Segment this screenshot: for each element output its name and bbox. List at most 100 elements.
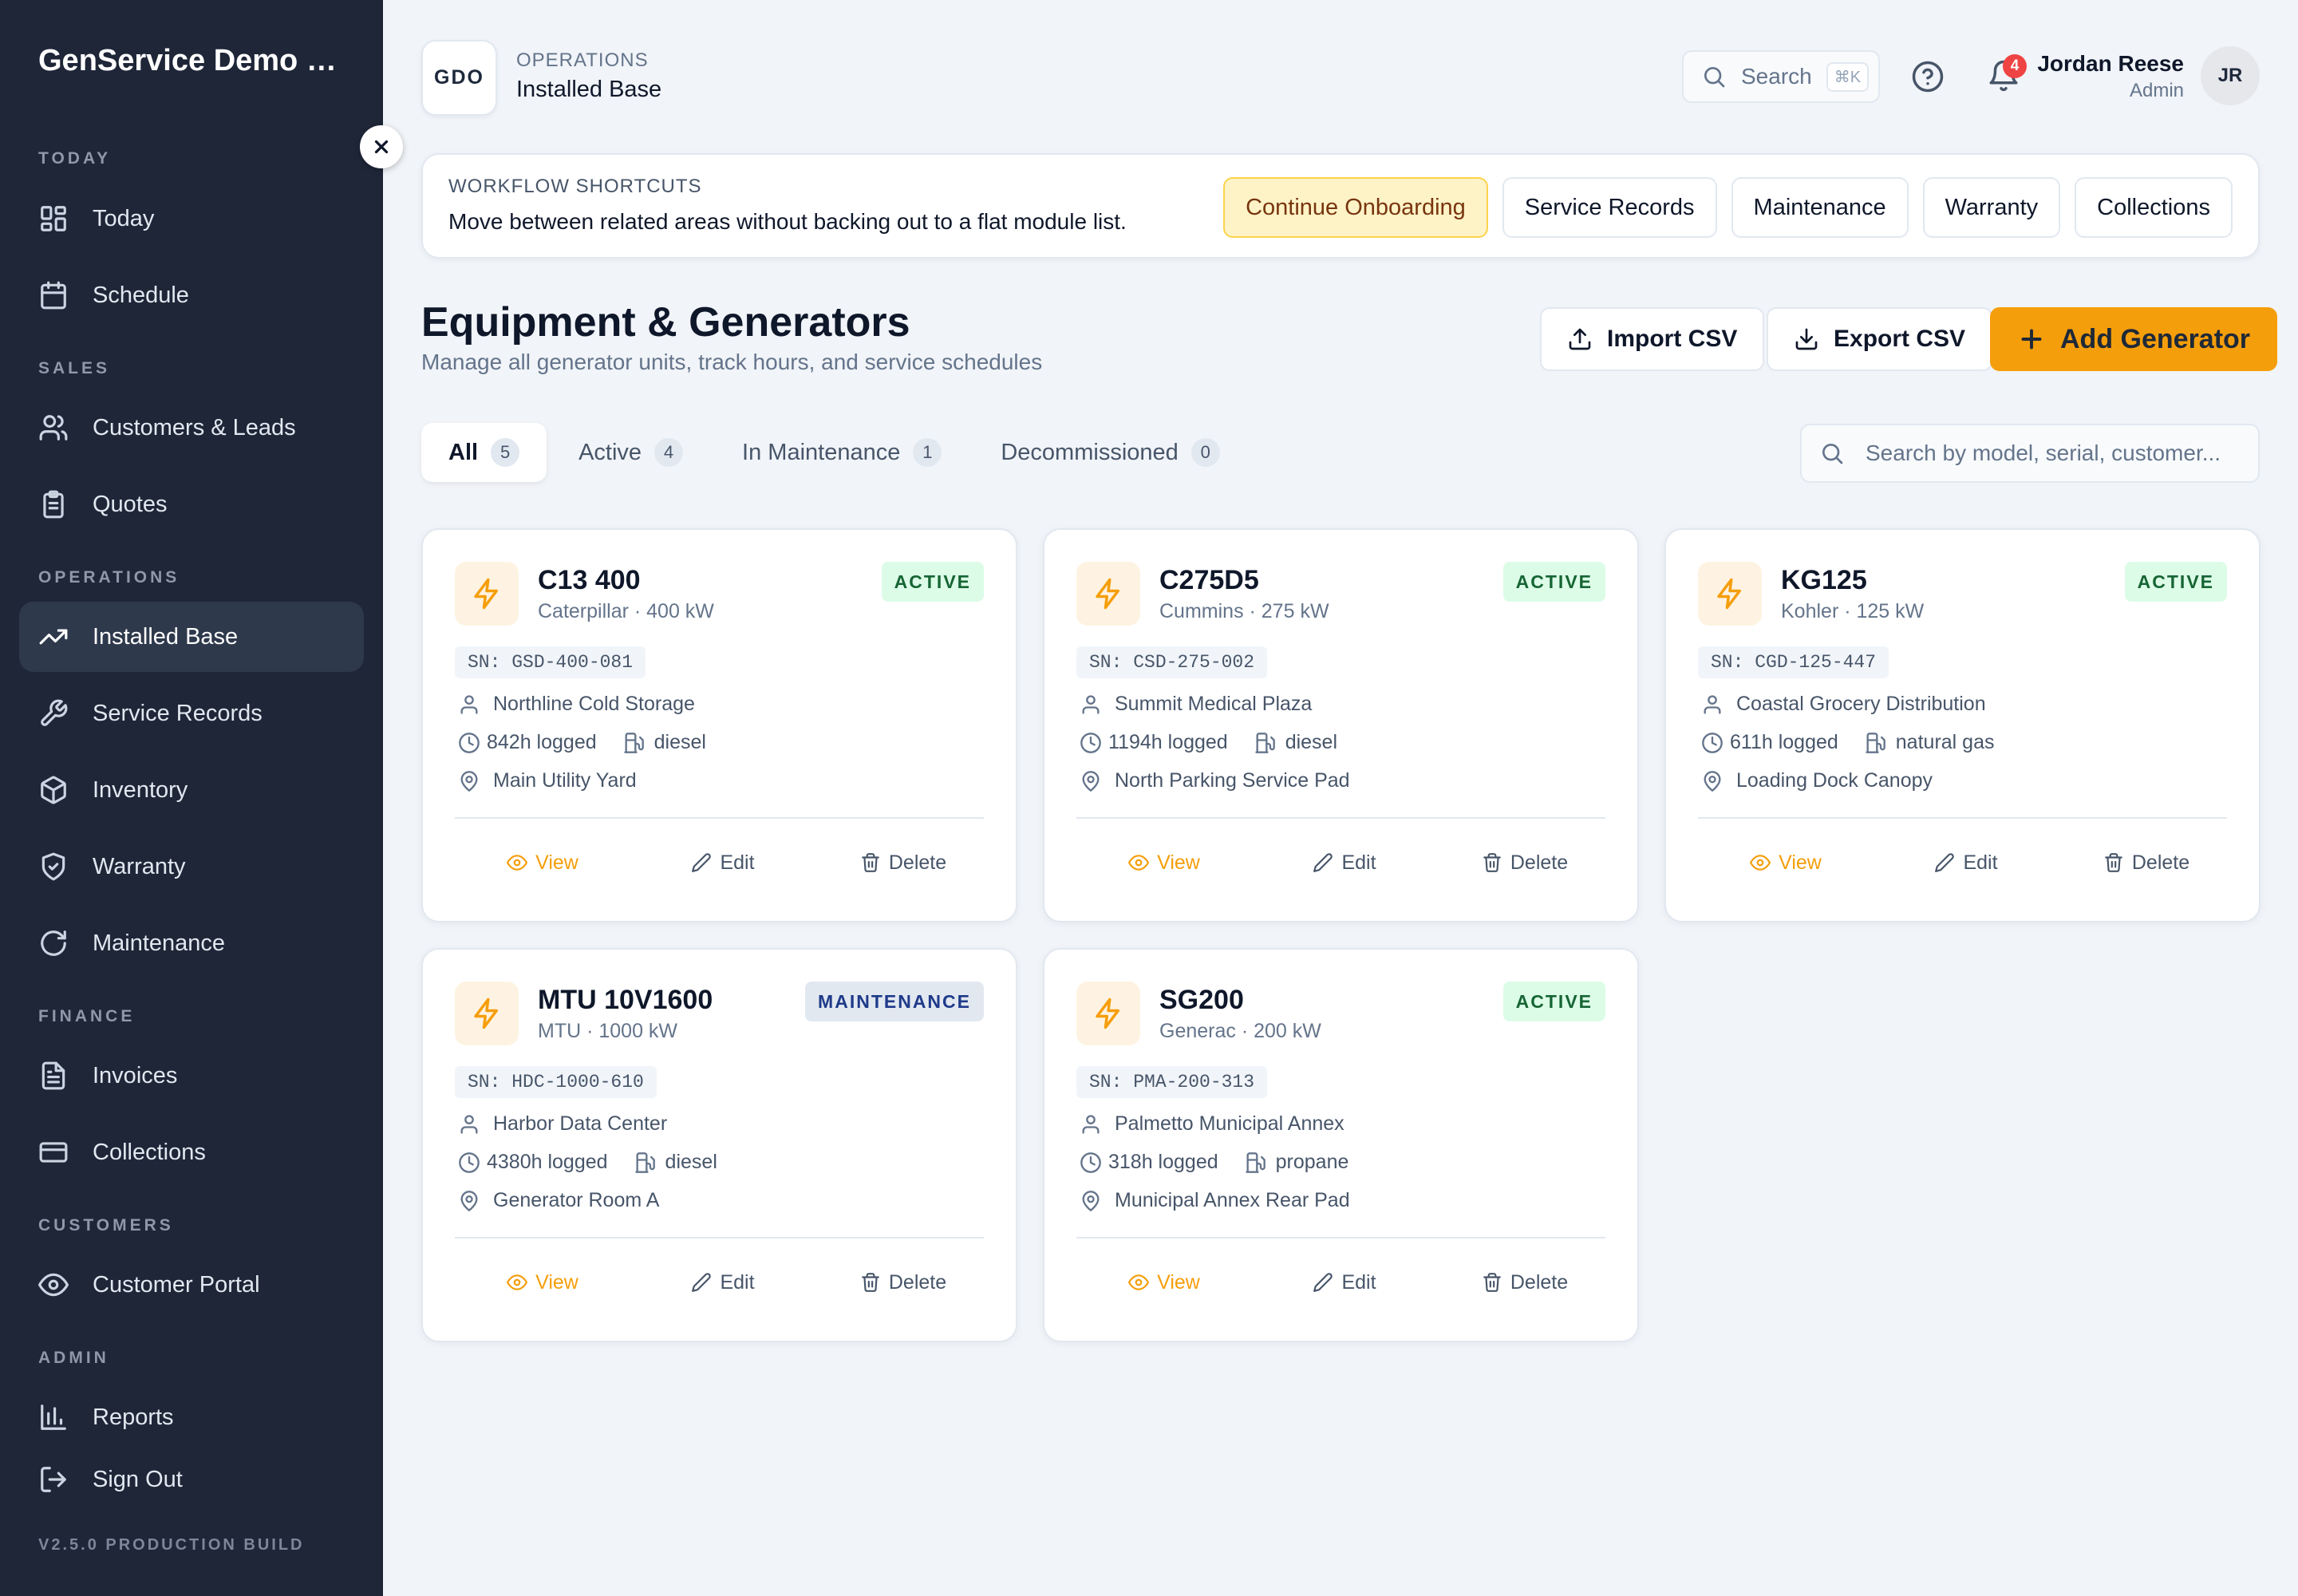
sidebar-item-today[interactable]: Today <box>19 184 364 254</box>
edit-button[interactable]: Edit <box>643 1256 803 1309</box>
clock-icon <box>459 1152 480 1173</box>
delete-button[interactable]: Delete <box>823 1256 983 1309</box>
eye-icon <box>1750 855 1771 871</box>
hours-logged: 1194h logged <box>1108 731 1228 753</box>
trash-icon <box>862 853 879 872</box>
edit-button[interactable]: Edit <box>1265 1256 1424 1309</box>
fuel-icon <box>1255 732 1275 753</box>
add-generator-button[interactable]: Add Generator <box>1990 307 2278 371</box>
customer-row: Summit Medical Plaza <box>1080 693 1312 716</box>
equipment-search <box>1800 424 2260 483</box>
serial-number: SN: CGD-125-447 <box>1698 646 1889 678</box>
status-badge: ACTIVE <box>2124 562 2227 602</box>
breadcrumb-section: OPERATIONS <box>516 49 649 71</box>
card-divider <box>455 817 984 819</box>
shortcut-service-records-button[interactable]: Service Records <box>1502 177 1717 238</box>
delete-button[interactable]: Delete <box>1445 1256 1605 1309</box>
view-button[interactable]: View <box>1084 1256 1244 1309</box>
help-icon[interactable] <box>1911 60 1945 93</box>
tab-label: All <box>448 439 479 465</box>
tab-decommissioned[interactable]: Decommissioned 0 <box>973 423 1246 482</box>
view-label: View <box>1157 1270 1200 1294</box>
sidebar-item-label: Installed Base <box>93 623 239 650</box>
shortcut-maintenance-button[interactable]: Maintenance <box>1731 177 1909 238</box>
generator-model: MTU 10V1600 <box>538 985 713 1015</box>
clipboard-icon <box>43 490 64 519</box>
sidebar-item-sign-out[interactable]: Sign Out <box>19 1444 364 1515</box>
sidebar-item-customers-leads[interactable]: Customers & Leads <box>19 393 364 463</box>
sidebar-item-maintenance[interactable]: Maintenance <box>19 908 364 978</box>
card-divider <box>455 1237 984 1238</box>
location-row: Main Utility Yard <box>458 769 637 792</box>
sidebar-item-schedule[interactable]: Schedule <box>19 260 364 330</box>
card-divider <box>1076 1237 1605 1238</box>
map-pin-icon <box>1082 1190 1100 1211</box>
edit-button[interactable]: Edit <box>643 836 803 889</box>
view-button[interactable]: View <box>463 1256 622 1309</box>
generator-icon-tile <box>1698 562 1762 626</box>
customer-name: Harbor Data Center <box>493 1112 668 1135</box>
delete-button[interactable]: Delete <box>823 836 983 889</box>
search-icon <box>1704 67 1725 88</box>
hours-logged: 318h logged <box>1108 1151 1218 1173</box>
shortcuts-title: WORKFLOW SHORTCUTS <box>448 176 702 197</box>
tab-in-maintenance[interactable]: In Maintenance 1 <box>715 423 969 482</box>
sidebar-item-label: Warranty <box>93 853 186 879</box>
download-icon <box>1795 328 1818 350</box>
edit-button[interactable]: Edit <box>1265 836 1424 889</box>
lightning-icon <box>1096 998 1119 1029</box>
collapse-sidebar-button[interactable] <box>360 125 403 168</box>
lightning-icon <box>1096 578 1119 610</box>
view-button[interactable]: View <box>463 836 622 889</box>
sidebar-item-collections[interactable]: Collections <box>19 1117 364 1187</box>
sidebar-item-customer-portal[interactable]: Customer Portal <box>19 1250 364 1320</box>
sidebar-item-warranty[interactable]: Warranty <box>19 832 364 902</box>
sidebar-item-service-records[interactable]: Service Records <box>19 678 364 749</box>
sidebar-item-label: Collections <box>93 1139 206 1165</box>
sidebar-item-label: Reports <box>93 1404 174 1430</box>
view-button[interactable]: View <box>1706 836 1866 889</box>
dashboard-icon <box>41 206 66 231</box>
sidebar-item-reports[interactable]: Reports <box>19 1382 364 1452</box>
plus-icon <box>2021 329 2042 350</box>
avatar[interactable]: JR <box>2201 46 2260 105</box>
edit-button[interactable]: Edit <box>1886 836 2046 889</box>
serial-number: SN: CSD-275-002 <box>1076 646 1268 678</box>
continue-onboarding-button[interactable]: Continue Onboarding <box>1223 177 1488 238</box>
shortcut-warranty-button[interactable]: Warranty <box>1922 177 2061 238</box>
generator-make-capacity: Caterpillar · 400 kW <box>538 600 714 622</box>
sidebar-item-invoices[interactable]: Invoices <box>19 1041 364 1111</box>
delete-button[interactable]: Delete <box>1445 836 1605 889</box>
view-button[interactable]: View <box>1084 836 1244 889</box>
sidebar-item-installed-base[interactable]: Installed Base <box>19 602 364 672</box>
version-label: V2.5.0 PRODUCTION BUILD <box>38 1536 305 1554</box>
global-search-button[interactable]: Search ⌘K <box>1682 50 1880 103</box>
sidebar-item-inventory[interactable]: Inventory <box>19 755 364 825</box>
delete-button[interactable]: Delete <box>2067 836 2226 889</box>
trash-icon <box>862 1273 879 1292</box>
user-icon <box>460 694 478 714</box>
card-divider <box>1698 817 2227 819</box>
equipment-search-input[interactable] <box>1866 440 2233 466</box>
pencil-icon <box>1935 853 1955 872</box>
sidebar-section-today: TODAY <box>38 149 112 168</box>
sidebar-item-label: Today <box>93 205 155 231</box>
eye-icon <box>507 1274 528 1290</box>
serial-number: SN: GSD-400-081 <box>455 646 646 678</box>
sidebar-item-label: Service Records <box>93 700 263 726</box>
sidebar-section-sales: SALES <box>38 359 111 377</box>
customer-row: Northline Cold Storage <box>458 693 695 716</box>
tab-all[interactable]: All 5 <box>421 423 547 482</box>
tab-active[interactable]: Active 4 <box>551 423 710 482</box>
sidebar-item-quotes[interactable]: Quotes <box>19 469 364 539</box>
lightning-icon <box>1717 578 1741 610</box>
sidebar-item-label: Schedule <box>93 282 189 308</box>
import-csv-button[interactable]: Import CSV <box>1540 307 1765 371</box>
generator-make-capacity: Generac · 200 kW <box>1159 1020 1321 1042</box>
shortcut-collections-button[interactable]: Collections <box>2075 177 2233 238</box>
export-csv-button[interactable]: Export CSV <box>1767 307 1993 371</box>
status-badge: ACTIVE <box>1502 562 1605 602</box>
edit-label: Edit <box>720 1270 755 1294</box>
trash-icon <box>1483 1273 1501 1292</box>
view-label: View <box>535 851 578 874</box>
